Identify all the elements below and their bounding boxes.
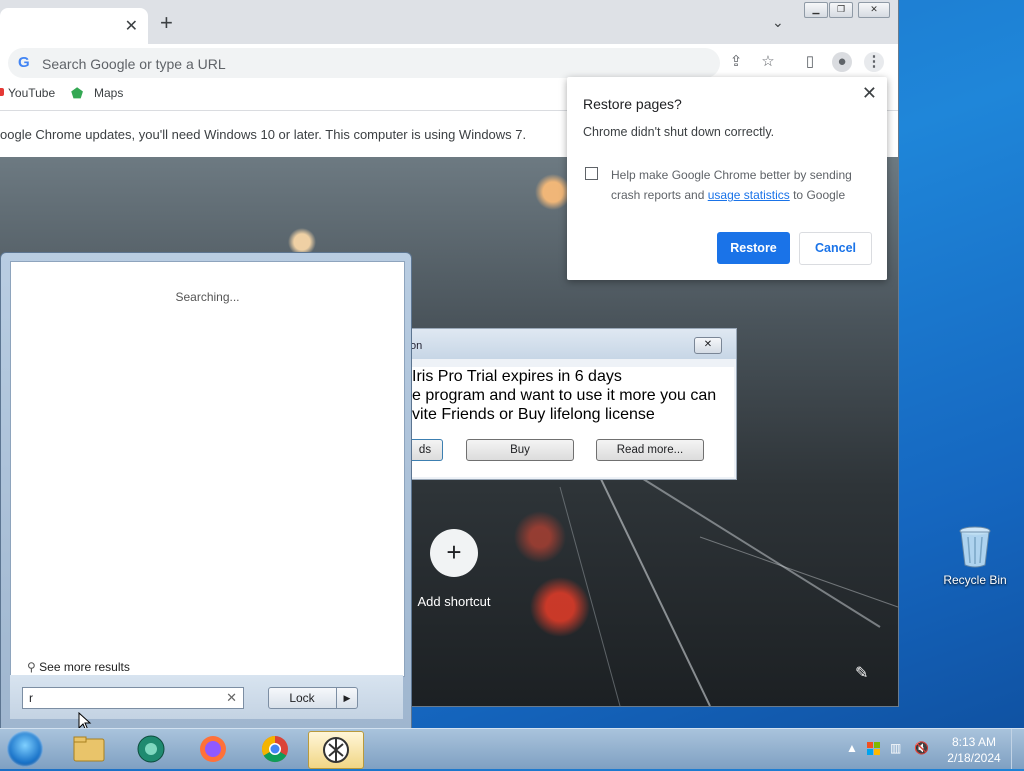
clock-time: 8:13 AM bbox=[951, 735, 997, 749]
taskbar-iris[interactable] bbox=[308, 731, 364, 769]
tab-strip: ✕ + ⌄ ▁ ❐ ✕ bbox=[0, 0, 898, 44]
show-hidden-icons-chevron-icon[interactable]: ▲ bbox=[846, 741, 858, 755]
taskbar-explorer[interactable] bbox=[62, 731, 116, 767]
checkbox-text-end: to Google bbox=[789, 188, 846, 202]
dialog-caption: on ✕ bbox=[410, 329, 736, 359]
taskbar-firefox[interactable] bbox=[186, 731, 240, 767]
share-icon[interactable]: ⇪ bbox=[726, 52, 746, 72]
lock-button[interactable]: Lock ▶ bbox=[268, 687, 358, 709]
search-results-panel: Searching... ⚲ See more results bbox=[10, 261, 405, 677]
maps-icon: ⬟ bbox=[71, 85, 84, 101]
minimize-icon[interactable]: ▁ bbox=[804, 2, 828, 18]
searching-status: Searching... bbox=[175, 290, 240, 304]
customize-pencil-icon[interactable]: ✎ bbox=[855, 663, 868, 683]
toolbar: G Search Google or type a URL ⇪ ☆ ▯ ● ⋮ bbox=[0, 44, 898, 80]
trial-line-1: Iris Pro Trial expires in 6 days bbox=[412, 368, 622, 385]
lock-label: Lock bbox=[289, 691, 315, 705]
restore-pages-dialog: Restore pages? ✕ Chrome didn't shut down… bbox=[567, 77, 887, 280]
infobar-text: oogle Chrome updates, you'll need Window… bbox=[0, 127, 527, 142]
recycle-bin-desktop-icon[interactable]: Recycle Bin bbox=[938, 525, 1012, 587]
firefox-icon bbox=[200, 736, 226, 762]
side-panel-icon[interactable]: ▯ bbox=[800, 52, 820, 72]
crash-report-checkbox-label: Help make Google Chrome better by sendin… bbox=[611, 165, 871, 205]
invite-friends-button[interactable]: ds bbox=[408, 439, 443, 461]
omnibox[interactable]: G Search Google or type a URL ⇪ ☆ bbox=[8, 48, 775, 78]
profile-avatar-icon[interactable]: ● bbox=[832, 52, 852, 72]
taskbar: ▲ ▥ 🔇 8:13 AM 2/18/2024 bbox=[0, 728, 1024, 769]
start-button-windows-icon[interactable] bbox=[7, 731, 43, 767]
iris-aperture-icon bbox=[323, 737, 349, 763]
bookmark-star-icon[interactable]: ☆ bbox=[758, 52, 778, 72]
network-icon[interactable]: ▥ bbox=[890, 741, 901, 755]
recycle-bin-label: Recycle Bin bbox=[943, 573, 1007, 587]
recycle-bin-icon bbox=[958, 525, 992, 569]
see-more-results-link[interactable]: ⚲ See more results bbox=[27, 660, 130, 674]
action-center-flag-icon[interactable] bbox=[866, 741, 882, 760]
dialog-title: Restore pages? bbox=[583, 96, 682, 112]
add-shortcut-button[interactable]: + bbox=[430, 529, 478, 577]
youtube-icon bbox=[0, 88, 4, 96]
start-menu-bottom: r ✕ Lock ▶ bbox=[10, 675, 403, 719]
usage-statistics-link[interactable]: usage statistics bbox=[708, 188, 790, 202]
close-tab-icon[interactable]: ✕ bbox=[125, 16, 138, 36]
trial-line-3: vite Friends or Buy lifelong license bbox=[412, 406, 655, 423]
volume-muted-icon[interactable]: 🔇 bbox=[914, 741, 929, 755]
tab-new-tab[interactable]: ✕ bbox=[0, 8, 148, 44]
crash-report-checkbox[interactable] bbox=[585, 167, 598, 180]
taskbar-chrome[interactable] bbox=[248, 731, 302, 767]
bookmark-maps[interactable]: Maps bbox=[94, 86, 123, 100]
clock-date: 2/18/2024 bbox=[947, 751, 1001, 765]
taskbar-media-app[interactable] bbox=[124, 731, 178, 767]
magnifier-icon: ⚲ bbox=[27, 660, 36, 674]
show-desktop-button[interactable] bbox=[1011, 729, 1024, 769]
restore-button[interactable]: Restore bbox=[717, 232, 790, 264]
close-icon[interactable]: ✕ bbox=[694, 337, 722, 354]
chrome-icon bbox=[261, 735, 288, 763]
tab-search-chevron-icon[interactable]: ⌄ bbox=[772, 14, 784, 31]
bookmark-youtube[interactable]: YouTube bbox=[8, 86, 55, 100]
dialog-message: Chrome didn't shut down correctly. bbox=[583, 125, 775, 139]
clear-search-icon[interactable]: ✕ bbox=[226, 690, 237, 706]
system-clock[interactable]: 8:13 AM 2/18/2024 bbox=[938, 734, 1010, 766]
add-shortcut-label: Add shortcut bbox=[417, 594, 491, 609]
google-g-icon: G bbox=[18, 54, 30, 71]
close-window-icon[interactable]: ✕ bbox=[858, 2, 890, 18]
read-more-button[interactable]: Read more... bbox=[596, 439, 704, 461]
close-icon[interactable]: ✕ bbox=[862, 83, 877, 104]
trial-line-2: e program and want to use it more you ca… bbox=[412, 387, 717, 404]
start-menu: Searching... ⚲ See more results r ✕ Lock… bbox=[0, 252, 412, 730]
omnibox-placeholder: Search Google or type a URL bbox=[42, 56, 226, 72]
iris-trial-dialog: on ✕ Iris Pro Trial expires in 6 days e … bbox=[408, 328, 737, 480]
folder-icon bbox=[73, 736, 105, 762]
menu-kebab-icon[interactable]: ⋮ bbox=[864, 52, 884, 72]
restore-window-icon[interactable]: ❐ bbox=[829, 2, 853, 18]
see-more-results-label: See more results bbox=[39, 660, 130, 674]
power-options-arrow-icon[interactable]: ▶ bbox=[336, 688, 357, 708]
cancel-button[interactable]: Cancel bbox=[799, 232, 872, 265]
search-input-value: r bbox=[29, 691, 33, 705]
start-search-input[interactable]: r ✕ bbox=[22, 687, 244, 709]
buy-button[interactable]: Buy bbox=[466, 439, 574, 461]
media-app-icon bbox=[137, 735, 165, 763]
new-tab-plus-icon[interactable]: + bbox=[160, 12, 173, 34]
